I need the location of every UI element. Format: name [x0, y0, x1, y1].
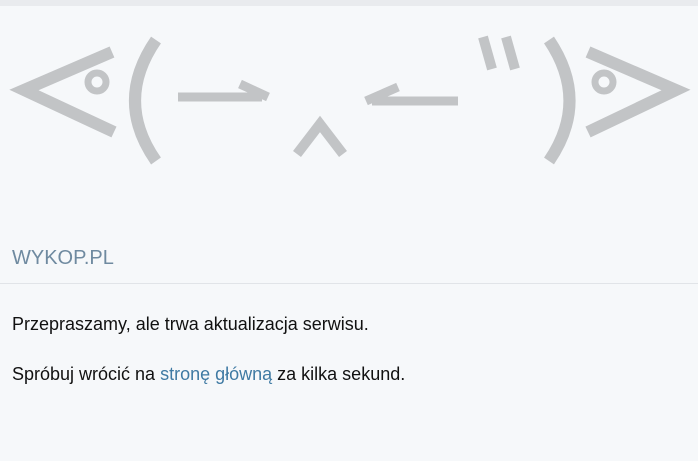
retry-message-prefix: Spróbuj wrócić na — [12, 364, 161, 384]
left-parenthesis — [129, 36, 161, 165]
home-page-link[interactable]: stronę główną — [160, 364, 272, 384]
tear-mark-1 — [478, 35, 497, 71]
site-name: WYKOP.PL — [12, 247, 114, 269]
maintenance-message: Przepraszamy, ale trwa aktualizacja serw… — [12, 314, 369, 334]
divider — [0, 283, 698, 284]
left-eye-pupil — [84, 69, 110, 95]
kaomoji-svg — [9, 35, 691, 165]
right-eye-pupil — [591, 69, 617, 95]
retry-message: Spróbuj wrócić na stronę główną za kilka… — [12, 364, 405, 385]
retry-message-suffix: za kilka sekund. — [272, 364, 406, 384]
right-parenthesis — [543, 36, 576, 165]
nose-caret — [293, 115, 347, 158]
kaomoji-illustration — [0, 6, 698, 181]
tear-mark-2 — [501, 35, 520, 71]
